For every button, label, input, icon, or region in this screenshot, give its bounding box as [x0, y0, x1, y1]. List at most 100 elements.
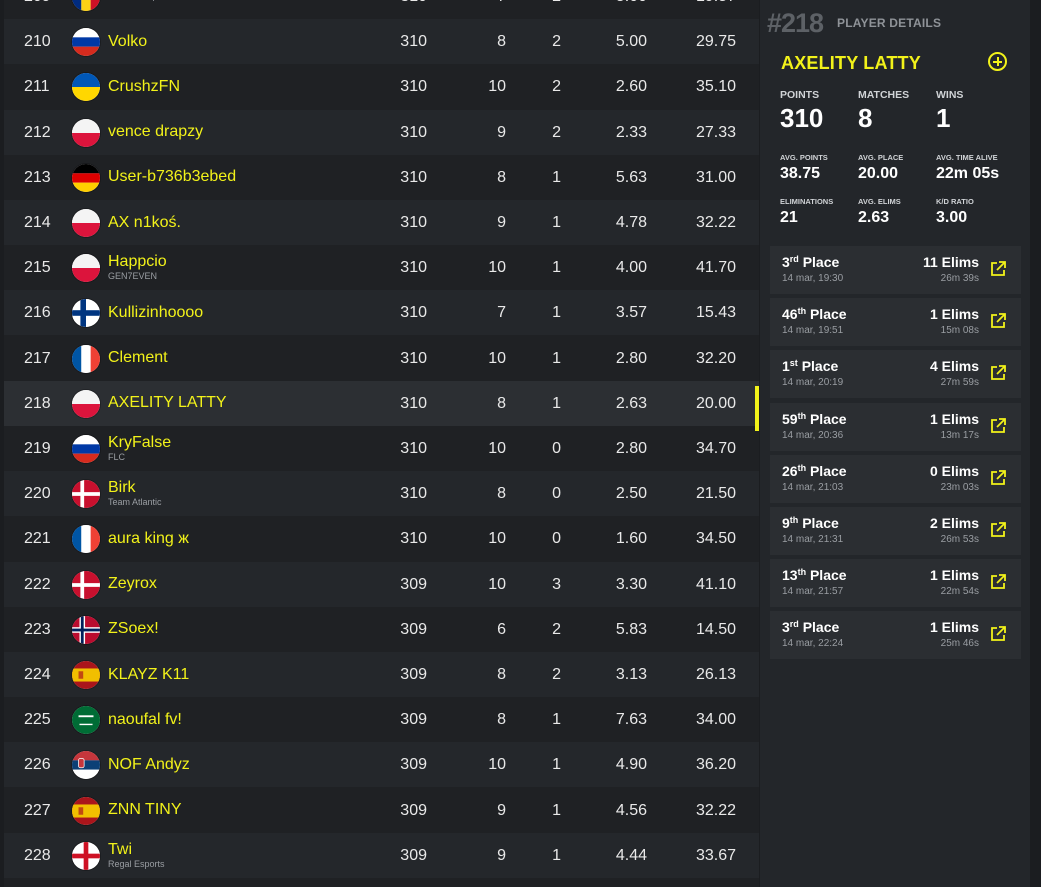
player-name-link[interactable]: ZSoex!	[108, 620, 159, 638]
match-card[interactable]: 13th Place 14 mar, 21:57 1 Elims 22m 54s	[770, 559, 1021, 608]
wins-cell: 1	[552, 846, 561, 864]
match-date: 14 mar, 21:03	[782, 481, 844, 493]
match-time: 25m 46s	[940, 638, 979, 650]
table-row[interactable]: 218 AXELITY LATTY 310 8 1 2.63 20.00	[4, 380, 759, 426]
table-row[interactable]: 221 aura king ж 310 10 0 1.60 34.50	[4, 516, 759, 561]
match-card[interactable]: 26th Place 14 mar, 21:03 0 Elims 23m 03s	[770, 454, 1021, 503]
points-cell: 310	[400, 168, 427, 186]
player-name-link[interactable]: vence drapzy	[108, 123, 203, 141]
wins-cell: 0	[552, 440, 561, 457]
player-name-link[interactable]: KLAYZ K11	[108, 666, 189, 684]
matches-cell: 8	[497, 394, 506, 412]
match-card[interactable]: 46th Place 14 mar, 19:51 1 Elims 15m 08s	[770, 298, 1021, 347]
table-row[interactable]: 216 Kullizinhoooo 310 7 1 3.57 15.43	[4, 290, 759, 336]
match-card[interactable]: 3rd Place 14 mar, 22:24 1 Elims 25m 46s	[770, 611, 1021, 660]
player-name-link[interactable]: AX n1koś.	[108, 214, 181, 232]
player-name-link[interactable]: User-b736b3ebed	[108, 168, 236, 186]
player-cell: aura king ж	[108, 516, 189, 561]
avg-time-cell: 21.50	[695, 485, 736, 503]
points-cell: 309	[400, 801, 427, 819]
player-cell: AX n1koś.	[108, 200, 181, 245]
stat-value: 3.00	[936, 209, 968, 226]
player-name-link[interactable]: Twi	[108, 841, 165, 859]
player-name-link[interactable]: Kullizinhoooo	[108, 304, 203, 322]
matches-cell: 8	[497, 711, 506, 729]
avg-place-cell: 2.80	[615, 440, 647, 457]
avg-time-cell: 34.00	[695, 711, 736, 729]
player-name-link[interactable]: Clement	[108, 349, 168, 367]
match-time: 26m 53s	[940, 534, 979, 545]
avg-place-cell: 5.00	[615, 33, 647, 51]
external-link-icon[interactable]	[989, 469, 1007, 487]
table-row[interactable]: 223 ZSoex! 309 6 2 5.83 14.50	[4, 607, 759, 652]
table-row[interactable]: 211 CrushzFN 310 10 2 2.60 35.10	[4, 64, 759, 109]
player-name-link[interactable]: Happcio	[108, 253, 167, 271]
rank-cell: 219	[24, 440, 51, 457]
player-name-link[interactable]: aura king ж	[108, 530, 189, 548]
match-card[interactable]: 59th Place 14 mar, 20:36 1 Elims 13m 17s	[770, 402, 1021, 451]
player-name-link[interactable]: naoufal fv!	[108, 711, 182, 729]
table-row[interactable]: 214 AX n1koś. 310 9 1 4.78 32.22	[4, 200, 759, 245]
match-date: 14 mar, 22:24	[782, 638, 844, 650]
table-row[interactable]: 209 Orkadia Esports 310 72 5.00 19.57	[4, 0, 759, 19]
match-place: 46th Place	[782, 306, 847, 322]
player-name-link[interactable]: Zeyrox	[108, 575, 157, 593]
place-word: Place	[801, 358, 839, 375]
table-row[interactable]: 220 Birk Team Atlantic 310 8 0 2.50 21.50	[4, 471, 759, 517]
plus-circle-icon[interactable]	[988, 52, 1007, 71]
table-row[interactable]: 226 NOF Andyz 309 10 1 4.90 36.20	[4, 742, 759, 788]
player-name-link[interactable]: KryFalse	[108, 434, 171, 452]
match-time: 27m 59s	[940, 377, 979, 389]
table-row[interactable]: 210 Volko 310 8 2 5.00 29.75	[4, 19, 759, 65]
match-elims: 0 Elims	[929, 462, 979, 479]
points-cell: 310	[400, 485, 427, 503]
player-name-link[interactable]: Volko	[108, 33, 147, 51]
avg-time-cell: 31.00	[695, 168, 736, 186]
external-link-icon[interactable]	[989, 417, 1007, 435]
player-name-link[interactable]: AXELITY LATTY	[108, 394, 227, 412]
table-row[interactable]: 219 KryFalse FLC 310 10 0 2.80 34.70	[4, 426, 759, 471]
table-row[interactable]: 212 vence drapzy 310 9 2 2.33 27.33	[4, 109, 759, 155]
table-row[interactable]: 225 naoufal fv! 309 8 1 7.63 34.00	[4, 697, 759, 742]
stat-label: AVG. PLACE	[858, 153, 904, 162]
points-cell: 310	[400, 394, 427, 412]
table-row[interactable]: 215 Happcio GEN7EVEN 310 10 1 4.00 41.70	[4, 245, 759, 290]
rank-cell: 222	[24, 575, 51, 593]
place-suffix: rd	[789, 254, 799, 264]
match-elims: 1 Elims	[929, 410, 979, 427]
table-row[interactable]: 217 Clement 310 10 1 2.80 32.20	[4, 336, 759, 381]
stat-value: 22m 05s	[936, 165, 1000, 182]
avg-place-cell: 4.44	[615, 846, 647, 864]
table-row[interactable]: 224 KLAYZ K11 309 8 2 3.13 26.13	[4, 652, 759, 697]
panel-title: PLAYER DETAILS	[837, 16, 942, 30]
table-row[interactable]: 227 ZNN TINY 309 9 1 4.56 32.22	[4, 788, 759, 833]
external-link-icon[interactable]	[989, 260, 1007, 278]
player-cell: Volko	[108, 19, 147, 64]
wins-cell: 1	[552, 304, 561, 322]
player-name-link[interactable]: ZNN TINY	[108, 801, 181, 819]
table-row[interactable]: 228 Twi Regal Esports 309 9 1 4.44 33.67	[4, 832, 759, 878]
match-place: 3rd Place	[782, 619, 839, 635]
player-cell: CrushzFN	[108, 64, 180, 109]
external-link-icon[interactable]	[989, 625, 1007, 643]
match-card[interactable]: 3rd Place 14 mar, 19:30 11 Elims 26m 39s	[770, 246, 1021, 294]
player-name-link[interactable]: NOF Andyz	[108, 756, 190, 774]
wins-cell: 0	[552, 530, 561, 548]
player-name-link[interactable]: Birk	[108, 479, 162, 497]
external-link-icon[interactable]	[989, 364, 1007, 382]
table-row[interactable]: 222 Zeyrox 309 10 3 3.30 41.10	[4, 561, 759, 607]
player-name-link[interactable]: CrushzFN	[108, 78, 180, 96]
matches-cell: 7	[497, 304, 506, 322]
external-link-icon[interactable]	[989, 573, 1007, 591]
avg-time-cell: 20.00	[695, 394, 736, 412]
table-row[interactable]: 213 User-b736b3ebed 310 8 1 5.63 31.00	[4, 155, 759, 200]
rank-cell: 218	[24, 394, 51, 412]
match-card[interactable]: 1st Place 14 mar, 20:19 4 Elims 27m 59s	[770, 350, 1021, 399]
external-link-icon[interactable]	[989, 312, 1007, 330]
rank-cell: 226	[24, 756, 51, 774]
points-cell: 310	[400, 259, 427, 277]
avg-place-cell: 4.00	[615, 259, 647, 277]
external-link-icon[interactable]	[989, 521, 1007, 539]
match-card[interactable]: 9th Place 14 mar, 21:31 2 Elims 26m 53s	[770, 507, 1021, 555]
player-cell: Birk Team Atlantic	[108, 471, 162, 516]
